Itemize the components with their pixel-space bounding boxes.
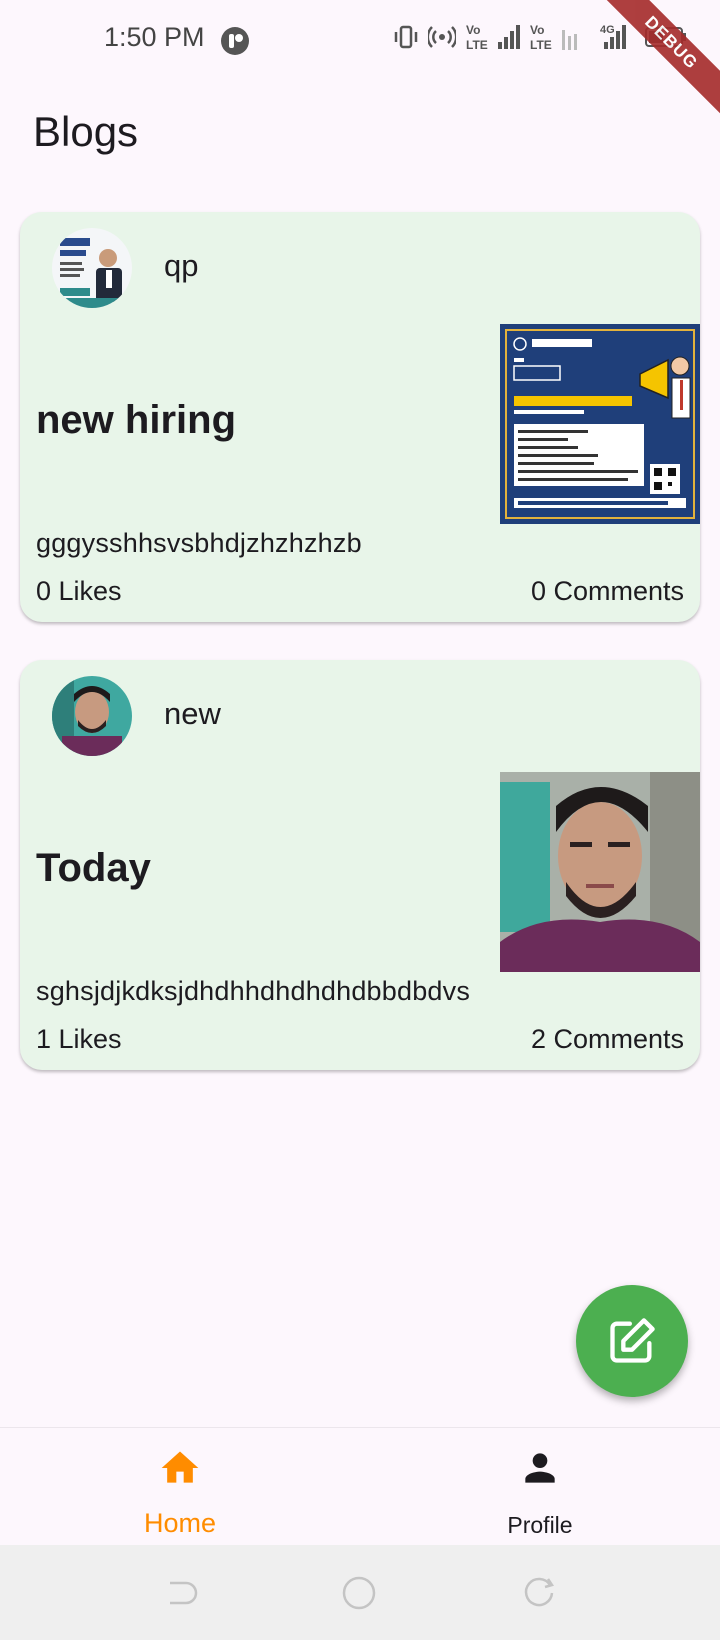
recents-icon[interactable] [522,1575,558,1611]
svg-text:LTE: LTE [466,38,488,52]
author-name: qp [164,248,199,283]
home-button-icon[interactable] [341,1575,377,1611]
blog-card[interactable]: qp new hiring gggysshhsvsbhdjzhzhzhzb 0 … [20,212,700,622]
author-name: new [164,696,221,731]
nav-profile-label: Profile [507,1512,573,1538]
blog-card[interactable]: new Today sghsjdjkdksjdhdhhdhdhdhdbbdbdv… [20,660,700,1070]
volte-signal-2-icon: Vo LTE [530,23,577,52]
person-photo-avatar-icon [52,676,132,756]
post-image[interactable] [500,324,700,524]
app-notification-icon [221,27,249,55]
post-image[interactable] [500,772,700,972]
comments-count[interactable]: 2 Comments [531,1024,684,1055]
svg-text:Vo: Vo [530,23,544,37]
post-body: sghsjdjkdksjdhdhhdhdhdhdbbdbdvs [36,976,471,1006]
hiring-poster-avatar-icon [52,228,132,308]
status-time: 1:50 PM [104,22,205,52]
svg-text:Vo: Vo [466,23,480,37]
vibrate-icon [394,25,418,49]
app-screen: 1:50 PM Vo LTE Vo LTE 4G DEBUG Blogs qp … [0,0,720,1640]
volte-signal-icon: Vo LTE [466,23,520,52]
create-post-button[interactable] [576,1285,688,1397]
person-icon [525,1453,555,1483]
nav-home-label: Home [143,1508,217,1538]
home-icon [161,1451,199,1483]
bottom-navigation: Home Profile [0,1427,720,1545]
nav-home[interactable]: Home [0,1428,360,1546]
svg-text:LTE: LTE [530,38,552,52]
debug-banner: DEBUG [600,0,720,114]
nav-profile[interactable]: Profile [360,1428,720,1546]
hotspot-icon [428,26,456,48]
page-title: Blogs [33,108,139,155]
4g-signal-icon: 4G [600,24,626,49]
post-title: Today [36,846,151,890]
system-navigation-bar [0,1545,720,1640]
comments-count[interactable]: 0 Comments [531,576,684,607]
person-selfie-image-icon [500,772,700,972]
post-title: new hiring [36,398,236,442]
edit-icon [610,1318,655,1363]
status-bar: 1:50 PM Vo LTE Vo LTE 4G DEBUG [0,0,720,114]
hiring-poster-image-icon [500,324,700,524]
likes-count[interactable]: 0 Likes [36,576,122,607]
author-avatar[interactable] [52,676,132,756]
svg-text:4G: 4G [600,24,615,36]
author-avatar[interactable] [52,228,132,308]
post-body: gggysshhsvsbhdjzhzhzhzb [36,528,362,558]
likes-count[interactable]: 1 Likes [36,1024,122,1055]
back-icon[interactable] [162,1575,198,1611]
